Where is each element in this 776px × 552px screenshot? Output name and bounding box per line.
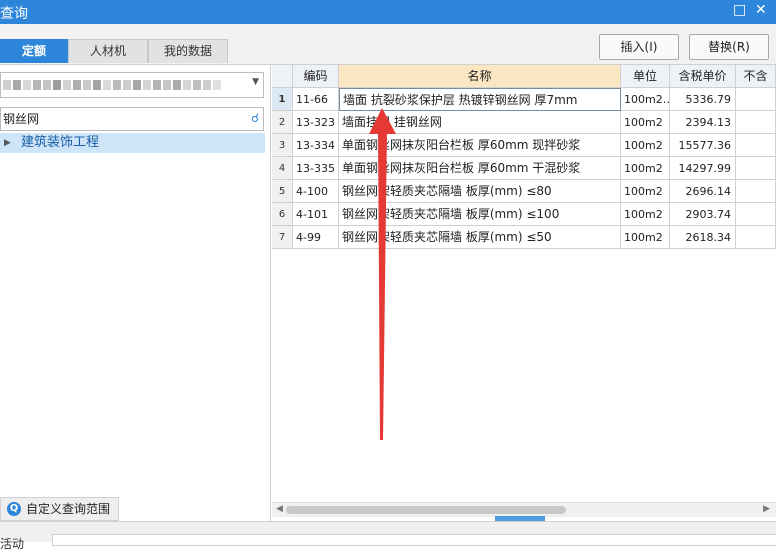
toolbar: 定额 人材机 我的数据 插入(I) 替换(R)	[0, 24, 776, 65]
cell-unit[interactable]: 100m2…	[621, 88, 670, 111]
cell-code[interactable]: 4-99	[293, 226, 339, 249]
tab-labor-material-machine[interactable]: 人材机	[68, 39, 148, 63]
cell-name[interactable]: 钢丝网架轻质夹芯隔墙 板厚(mm) ≤80	[339, 180, 621, 203]
tree-item-building-decoration[interactable]: ▶ 建筑装饰工程	[0, 133, 265, 153]
cell-price[interactable]: 14297.99	[670, 157, 736, 180]
cell-notax[interactable]	[736, 226, 776, 249]
library-select[interactable]: ▼	[0, 72, 264, 98]
custom-range-label: 自定义查询范围	[26, 502, 111, 516]
search-input[interactable]	[3, 108, 239, 128]
tab-quota[interactable]: 定额	[0, 39, 68, 63]
cell-notax[interactable]	[736, 88, 776, 111]
window-title: 查询	[0, 6, 28, 22]
cell-unit[interactable]: 100m2	[621, 203, 670, 226]
row-number[interactable]: 6	[272, 203, 293, 226]
cell-unit[interactable]: 100m2	[621, 180, 670, 203]
cell-notax[interactable]	[736, 157, 776, 180]
row-number-header	[272, 65, 293, 88]
cell-price[interactable]: 2903.74	[670, 203, 736, 226]
cell-unit[interactable]: 100m2	[621, 134, 670, 157]
column-header-tax-price[interactable]: 含税单价	[670, 65, 736, 88]
query-icon: Q	[7, 502, 21, 516]
row-number[interactable]: 7	[272, 226, 293, 249]
status-bar: 活动	[0, 521, 776, 551]
cell-notax[interactable]	[736, 111, 776, 134]
chevron-down-icon[interactable]: ▼	[252, 77, 259, 87]
cell-unit[interactable]: 100m2	[621, 226, 670, 249]
cell-code[interactable]: 13-334	[293, 134, 339, 157]
cell-code[interactable]: 13-323	[293, 111, 339, 134]
insert-button[interactable]: 插入(I)	[599, 34, 679, 60]
scrollbar-thumb[interactable]	[286, 506, 566, 514]
cell-name[interactable]: 单面钢丝网抹灰阳台栏板 厚60mm 现拌砂浆	[339, 134, 621, 157]
horizontal-scrollbar[interactable]: ◀ ▶	[272, 502, 776, 517]
tab-my-data[interactable]: 我的数据	[148, 39, 228, 63]
column-header-unit[interactable]: 单位	[621, 65, 670, 88]
status-text: 活动	[0, 537, 25, 551]
restore-icon[interactable]: □	[733, 2, 746, 18]
cell-price[interactable]: 2394.13	[670, 111, 736, 134]
row-number[interactable]: 2	[272, 111, 293, 134]
search-box[interactable]: ☌	[0, 107, 264, 131]
row-number[interactable]: 3	[272, 134, 293, 157]
cell-name[interactable]: 钢丝网架轻质夹芯隔墙 板厚(mm) ≤50	[339, 226, 621, 249]
cell-price[interactable]: 2696.14	[670, 180, 736, 203]
cell-notax[interactable]	[736, 180, 776, 203]
cell-notax[interactable]	[736, 134, 776, 157]
result-grid: 编码 名称 单位 含税单价 不含 1 11-66 墙面 抗裂砂浆保护层 热镀锌钢…	[272, 65, 776, 502]
cell-code[interactable]: 11-66	[293, 88, 339, 111]
cell-unit[interactable]: 100m2	[621, 157, 670, 180]
cell-name[interactable]: 墙面 抗裂砂浆保护层 热镀锌钢丝网 厚7mm	[339, 88, 621, 111]
column-header-name[interactable]: 名称	[339, 65, 621, 88]
cell-code[interactable]: 13-335	[293, 157, 339, 180]
cell-price[interactable]: 2618.34	[670, 226, 736, 249]
cell-unit[interactable]: 100m2	[621, 111, 670, 134]
scroll-left-icon[interactable]: ◀	[276, 504, 283, 514]
status-field	[52, 534, 776, 546]
tree-item-label: 建筑装饰工程	[21, 135, 100, 150]
cell-name[interactable]: 单面钢丝网抹灰阳台栏板 厚60mm 干混砂浆	[339, 157, 621, 180]
cell-name[interactable]: 墙面挂网 挂钢丝网	[339, 111, 621, 134]
cell-price[interactable]: 5336.79	[670, 88, 736, 111]
cell-code[interactable]: 4-101	[293, 203, 339, 226]
column-header-code[interactable]: 编码	[293, 65, 339, 88]
replace-button[interactable]: 替换(R)	[689, 34, 769, 60]
custom-range-button[interactable]: Q 自定义查询范围	[0, 497, 119, 521]
cell-code[interactable]: 4-100	[293, 180, 339, 203]
cell-notax[interactable]	[736, 203, 776, 226]
left-panel: ▼ ☌ ▶ 建筑装饰工程 Q 自定义查询范围	[0, 65, 271, 521]
row-number[interactable]: 1	[272, 88, 293, 111]
expand-arrow-icon[interactable]: ▶	[4, 133, 11, 153]
column-header-notax-price[interactable]: 不含	[736, 65, 776, 88]
scroll-right-icon[interactable]: ▶	[763, 504, 770, 514]
close-icon[interactable]: ✕	[755, 2, 767, 18]
row-number[interactable]: 4	[272, 157, 293, 180]
row-number[interactable]: 5	[272, 180, 293, 203]
search-icon[interactable]: ☌	[251, 111, 259, 125]
cell-price[interactable]: 15577.36	[670, 134, 736, 157]
cell-name[interactable]: 钢丝网架轻质夹芯隔墙 板厚(mm) ≤100	[339, 203, 621, 226]
title-bar: 查询 □ ✕	[0, 0, 776, 24]
